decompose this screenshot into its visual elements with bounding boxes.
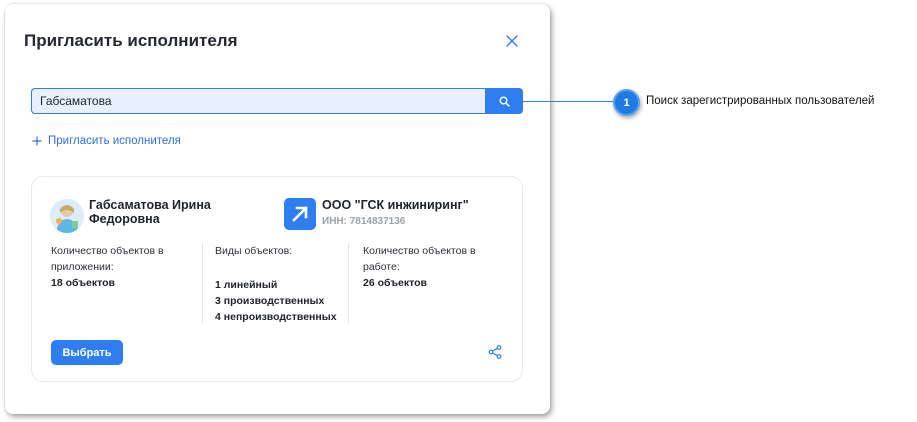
list-item: 4 непроизводственных <box>215 311 337 323</box>
executor-stats: Количество объектов в приложении: 18 объ… <box>51 243 511 323</box>
list-item: 3 производственных <box>215 295 325 307</box>
choose-button[interactable]: Выбрать <box>51 340 123 365</box>
avatar <box>50 199 84 233</box>
stat-label: Количество объектов в приложении: <box>51 245 164 273</box>
search-input[interactable] <box>31 88 485 114</box>
close-button[interactable] <box>502 31 522 51</box>
search-button[interactable] <box>485 88 523 114</box>
stat-value: 18 объектов <box>51 277 115 289</box>
dialog-title: Пригласить исполнителя <box>24 31 238 50</box>
share-icon <box>488 345 502 359</box>
list-item: 1 линейный <box>215 279 278 291</box>
plus-icon <box>32 136 42 146</box>
stat-work-objects: Количество объектов в работе: 26 объекто… <box>348 243 498 323</box>
callout-line <box>523 101 613 102</box>
company-inn: ИНН: 7814837136 <box>322 216 406 227</box>
callout-text: Поиск зарегистрированных пользователей <box>646 95 875 107</box>
invite-executor-label: Пригласить исполнителя <box>48 135 181 147</box>
close-icon <box>506 35 518 47</box>
company-name: ООО "ГСК инжиниринг" <box>322 198 469 212</box>
stat-label: Количество объектов в работе: <box>363 245 476 273</box>
stat-value: 26 объектов <box>363 277 427 289</box>
avatar-image <box>50 199 84 233</box>
search-icon <box>499 96 510 107</box>
search-bar <box>31 88 523 114</box>
share-button[interactable] <box>486 343 504 361</box>
stat-label: Виды объектов: <box>215 245 293 257</box>
stat-object-types: Виды объектов: 1 линейный 3 производстве… <box>202 243 337 323</box>
person-name: Габсаматова Ирина Федоровна <box>89 198 211 226</box>
executor-card: Габсаматова Ирина Федоровна ООО "ГСК инж… <box>31 176 523 382</box>
company-logo-arrow-icon <box>284 198 316 230</box>
stat-app-objects: Количество объектов в приложении: 18 объ… <box>51 243 181 323</box>
callout-badge: 1 <box>613 89 640 116</box>
invite-dialog: Пригласить исполнителя Пригласить исполн… <box>5 4 550 414</box>
invite-executor-link[interactable]: Пригласить исполнителя <box>32 135 181 147</box>
